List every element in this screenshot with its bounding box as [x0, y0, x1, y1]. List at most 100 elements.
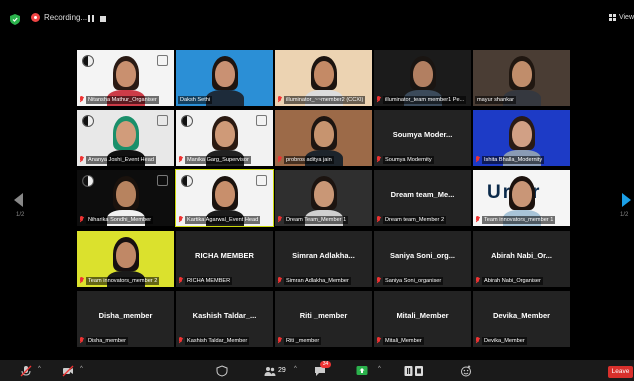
participant-tile[interactable]: Soumya Moder... Soumya Modernity	[374, 110, 471, 166]
participants-options-caret-icon[interactable]: ^	[294, 366, 297, 372]
participant-name-caption: Kashish Taldar_Member	[178, 336, 271, 345]
participant-gallery: Nitansha Mathur_Organiser Daksh Sethi illu…	[0, 0, 634, 360]
participant-tile[interactable]: RICHA MEMBER RICHA MEMBER	[176, 231, 273, 287]
participant-tile[interactable]: Niharika Sondhi_Member	[77, 170, 174, 226]
participant-tile[interactable]: Kartika Agarwal_Event Head	[175, 169, 274, 227]
participants-button[interactable]: 29	[264, 363, 286, 378]
video-options-caret-icon[interactable]: ^	[80, 366, 83, 372]
participant-tile[interactable]: Kashish Taldar_... Kashish Taldar_Member	[176, 291, 273, 347]
participant-tile[interactable]: mayur shankar	[473, 50, 570, 106]
participant-tile[interactable]: illuminator_team member1 Pe...	[374, 50, 471, 106]
person-face	[116, 181, 136, 207]
participant-display-name: Simran Adlakha...	[292, 251, 355, 260]
video-camera-off-icon	[62, 365, 74, 376]
person-face	[512, 61, 532, 87]
participant-name-caption: Soumya Modernity	[376, 155, 469, 164]
participant-name-caption: mayur shankar	[475, 95, 568, 104]
participant-tile[interactable]: probros aditya jain	[275, 110, 372, 166]
person-face	[314, 181, 334, 207]
participant-name: Team innovators_member 2	[86, 276, 160, 285]
reactions-button[interactable]	[460, 363, 472, 378]
microphone-muted-icon	[376, 216, 381, 223]
mute-button[interactable]	[20, 363, 32, 378]
person-face	[314, 121, 334, 147]
participant-tile[interactable]: Daksh Sethi	[176, 50, 273, 106]
participant-name-caption: Mitali_Member	[376, 336, 469, 345]
college-logo-icon	[181, 175, 193, 187]
meeting-toolbar: ^ ^ 29 ^ 34 ^ Leave	[0, 360, 634, 381]
participant-name: Simran Adlakha_Member	[284, 276, 351, 285]
share-screen-button[interactable]	[356, 363, 368, 378]
participant-name: Manika Garg_Supervisor	[185, 155, 251, 164]
person-face	[215, 61, 235, 87]
participant-name: Dream team_Member 2	[383, 215, 447, 224]
microphone-muted-icon	[178, 156, 183, 163]
person-face	[116, 61, 136, 87]
participant-name: Niharika Sondhi_Member	[86, 215, 154, 224]
leave-button[interactable]: Leave	[608, 366, 633, 378]
participant-name-caption: Nitansha Mathur_Organiser	[79, 95, 172, 104]
participant-display-name: Kashish Taldar_...	[192, 311, 257, 320]
participant-name-caption: Abirah Nabi_Organiser	[475, 276, 568, 285]
participant-display-name: Abirah Nabi_Or...	[491, 251, 552, 260]
security-button[interactable]	[216, 363, 228, 378]
participant-name-caption: illuminator_~~member2 (CCXI)	[277, 95, 370, 104]
microphone-muted-icon	[277, 156, 282, 163]
participant-name: illuminator_~~member2 (CCXI)	[284, 95, 366, 104]
participant-tile[interactable]: Ur erTeam innovators_member 1	[473, 170, 570, 226]
participant-display-name: Devika_Member	[492, 311, 551, 320]
pause-stop-recording-icon	[404, 365, 423, 376]
participant-name-caption: Simran Adlakha_Member	[277, 276, 370, 285]
participant-tile[interactable]: illuminator_~~member2 (CCXI)	[275, 50, 372, 106]
participant-name: Saniya Soni_organiser	[383, 276, 444, 285]
crest-icon	[256, 115, 267, 126]
crest-icon	[157, 55, 168, 66]
video-button[interactable]	[62, 363, 74, 378]
participant-tile[interactable]: Dream team_Me... Dream team_Member 2	[374, 170, 471, 226]
crest-icon	[256, 175, 267, 186]
participant-name: Mitali_Member	[383, 336, 424, 345]
participant-name: Team innovators_member 1	[482, 215, 556, 224]
participant-tile[interactable]: Ananya Joshi_Event Head	[77, 110, 174, 166]
participant-name-caption: Dream Team_Member 1	[277, 215, 370, 224]
participant-name-caption: probros aditya jain	[277, 155, 370, 164]
participant-name-caption: Daksh Sethi	[178, 95, 271, 104]
participant-name-caption: RICHA MEMBER	[178, 276, 271, 285]
participant-name-caption: Manika Garg_Supervisor	[178, 155, 271, 164]
microphone-muted-icon	[277, 277, 282, 284]
participant-tile[interactable]: Nitansha Mathur_Organiser	[77, 50, 174, 106]
participant-display-name: RICHA MEMBER	[195, 251, 254, 260]
participant-name: Devika_Member	[482, 336, 527, 345]
record-button[interactable]	[404, 363, 424, 378]
participant-name: Disha_member	[86, 336, 128, 345]
participant-display-name: Soumya Moder...	[392, 130, 453, 139]
participant-tile[interactable]: Disha_member Disha_member	[77, 291, 174, 347]
microphone-muted-icon	[475, 277, 480, 284]
participant-tile[interactable]: Team innovators_member 2	[77, 231, 174, 287]
microphone-muted-icon	[20, 365, 32, 376]
microphone-muted-icon	[475, 156, 480, 163]
microphone-muted-icon	[475, 337, 480, 344]
participant-tile[interactable]: Ishita Bhalla_Modernity	[473, 110, 570, 166]
participant-tile[interactable]: Simran Adlakha... Simran Adlakha_Member	[275, 231, 372, 287]
participant-name-caption: Ananya Joshi_Event Head	[79, 155, 172, 164]
person-face	[314, 61, 334, 87]
person-face	[116, 121, 136, 147]
person-face	[413, 61, 433, 87]
participant-tile[interactable]: Abirah Nabi_Or... Abirah Nabi_Organiser	[473, 231, 570, 287]
participant-tile[interactable]: Mitali_Member Mitali_Member	[374, 291, 471, 347]
participant-name: Nitansha Mathur_Organiser	[86, 95, 159, 104]
participant-tile[interactable]: Saniya Soni_org... Saniya Soni_organiser	[374, 231, 471, 287]
college-logo-icon	[82, 115, 94, 127]
participant-name-caption: Riti _member	[277, 336, 370, 345]
participant-name-caption: Kartika Agarwal_Event Head	[178, 215, 271, 224]
participant-tile[interactable]: Manika Garg_Supervisor	[176, 110, 273, 166]
participant-display-name: Riti _member	[299, 311, 348, 320]
participant-tile[interactable]: Riti _member Riti _member	[275, 291, 372, 347]
participant-name: Ananya Joshi_Event Head	[86, 155, 156, 164]
audio-options-caret-icon[interactable]: ^	[38, 366, 41, 372]
participant-tile[interactable]: Dream Team_Member 1	[275, 170, 372, 226]
share-options-caret-icon[interactable]: ^	[378, 366, 381, 372]
participant-tile[interactable]: Devika_Member Devika_Member	[473, 291, 570, 347]
participant-name-caption: Team innovators_member 1	[475, 215, 568, 224]
